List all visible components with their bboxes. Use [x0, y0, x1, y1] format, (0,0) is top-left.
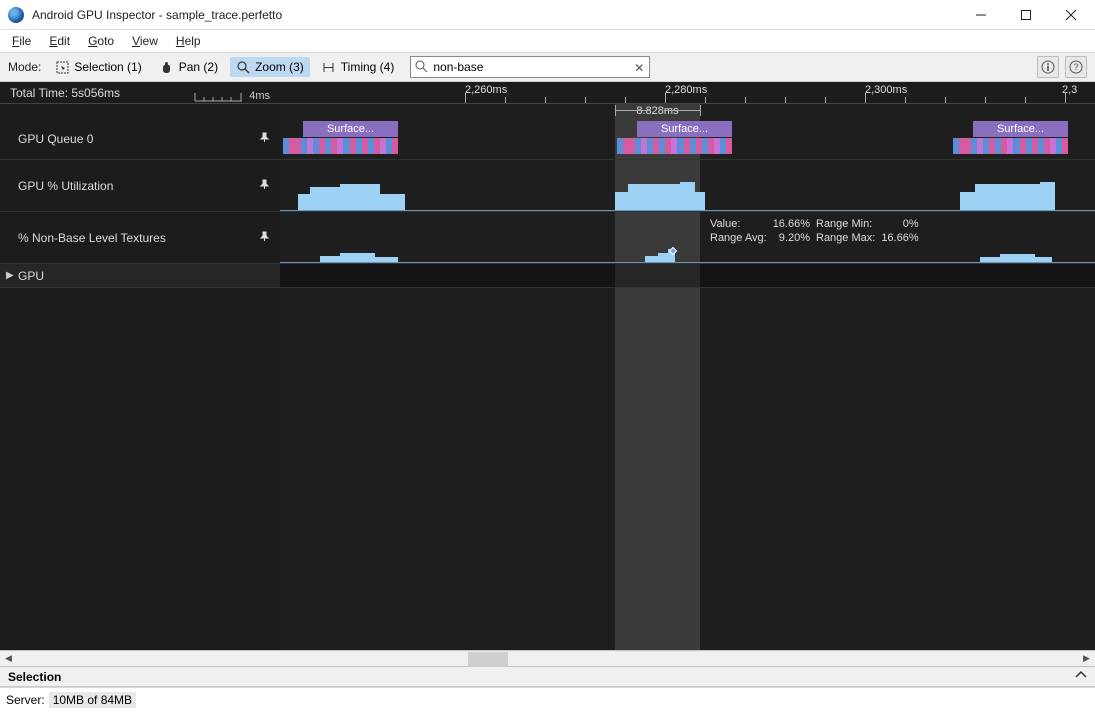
- menu-file[interactable]: File: [4, 32, 39, 50]
- pin-icon[interactable]: [259, 179, 270, 193]
- window-titlebar: Android GPU Inspector - sample_trace.per…: [0, 0, 1095, 30]
- close-button[interactable]: [1048, 0, 1093, 30]
- mode-selection[interactable]: Selection (1): [49, 57, 147, 77]
- chevron-right-icon: ▶: [6, 270, 14, 281]
- search-input[interactable]: [410, 56, 650, 78]
- track-label-gpu-queue[interactable]: GPU Queue 0: [0, 118, 280, 159]
- track-gpu-util[interactable]: [280, 160, 1095, 211]
- app-icon: [8, 7, 24, 23]
- total-time-label: Total Time: 5s056ms 4ms: [0, 82, 280, 103]
- window-title: Android GPU Inspector - sample_trace.per…: [32, 8, 958, 22]
- zoom-icon: [236, 60, 250, 74]
- value-tooltip: Value:16.66% Range Min:0% Range Avg:9.20…: [710, 218, 919, 244]
- menu-help[interactable]: Help: [168, 32, 209, 50]
- search-icon: [415, 60, 428, 76]
- empty-track-area[interactable]: [0, 288, 1095, 650]
- menu-view[interactable]: View: [124, 32, 166, 50]
- toolbar: Mode: Selection (1) Pan (2) Zoom (3) Tim…: [0, 52, 1095, 82]
- selection-panel-header[interactable]: Selection: [0, 667, 1095, 687]
- expand-icon[interactable]: [1075, 669, 1087, 684]
- scrollbar-thumb[interactable]: [468, 652, 508, 667]
- queue-stripes: [283, 138, 398, 154]
- server-label: Server:: [6, 693, 45, 707]
- track-textures[interactable]: Value:16.66% Range Min:0% Range Avg:9.20…: [280, 212, 1095, 263]
- clear-search-icon[interactable]: ✕: [634, 61, 644, 75]
- queue-stripes: [953, 138, 1068, 154]
- svg-text:?: ?: [1073, 62, 1078, 72]
- pan-icon: [160, 60, 174, 74]
- queue-block[interactable]: Surface...: [303, 121, 398, 137]
- help-button[interactable]: ?: [1065, 56, 1087, 78]
- selection-icon: [55, 60, 69, 74]
- scroll-left-icon[interactable]: ◀: [0, 650, 17, 667]
- horizontal-scrollbar[interactable]: ◀ ▶: [0, 650, 1095, 667]
- queue-block[interactable]: Surface...: [637, 121, 732, 137]
- mode-timing[interactable]: Timing (4): [316, 57, 401, 77]
- memory-usage: 10MB of 84MB: [49, 692, 136, 708]
- mode-pan[interactable]: Pan (2): [154, 57, 224, 77]
- track-gpu-queue[interactable]: Surface... Surface... Surface...: [280, 118, 1095, 159]
- info-button[interactable]: [1037, 56, 1059, 78]
- scroll-right-icon[interactable]: ▶: [1078, 650, 1095, 667]
- menu-goto[interactable]: Goto: [80, 32, 122, 50]
- mini-ruler-icon: [192, 84, 247, 102]
- maximize-button[interactable]: [1003, 0, 1048, 30]
- queue-block[interactable]: Surface...: [973, 121, 1068, 137]
- mode-label: Mode:: [8, 60, 41, 74]
- timeline-viewport: Total Time: 5s056ms 4ms 2,260ms 2,280ms …: [0, 82, 1095, 650]
- pin-icon[interactable]: [259, 132, 270, 146]
- queue-stripes: [617, 138, 732, 154]
- mode-zoom[interactable]: Zoom (3): [230, 57, 310, 77]
- pin-icon[interactable]: [259, 231, 270, 245]
- time-ruler[interactable]: 2,260ms 2,280ms 2,300ms 2,3: [280, 82, 1095, 103]
- minimize-button[interactable]: [958, 0, 1003, 30]
- timing-icon: [322, 60, 336, 74]
- track-label-textures[interactable]: % Non-Base Level Textures: [0, 212, 280, 263]
- track-group-gpu[interactable]: ▶ GPU: [0, 264, 280, 287]
- selection-range-header: 8.828ms: [280, 104, 1095, 118]
- menu-edit[interactable]: Edit: [41, 32, 78, 50]
- status-bar: Server: 10MB of 84MB: [0, 687, 1095, 712]
- menu-bar: File Edit Goto View Help: [0, 30, 1095, 52]
- track-label-gpu-util[interactable]: GPU % Utilization: [0, 160, 280, 211]
- selection-title: Selection: [8, 670, 61, 684]
